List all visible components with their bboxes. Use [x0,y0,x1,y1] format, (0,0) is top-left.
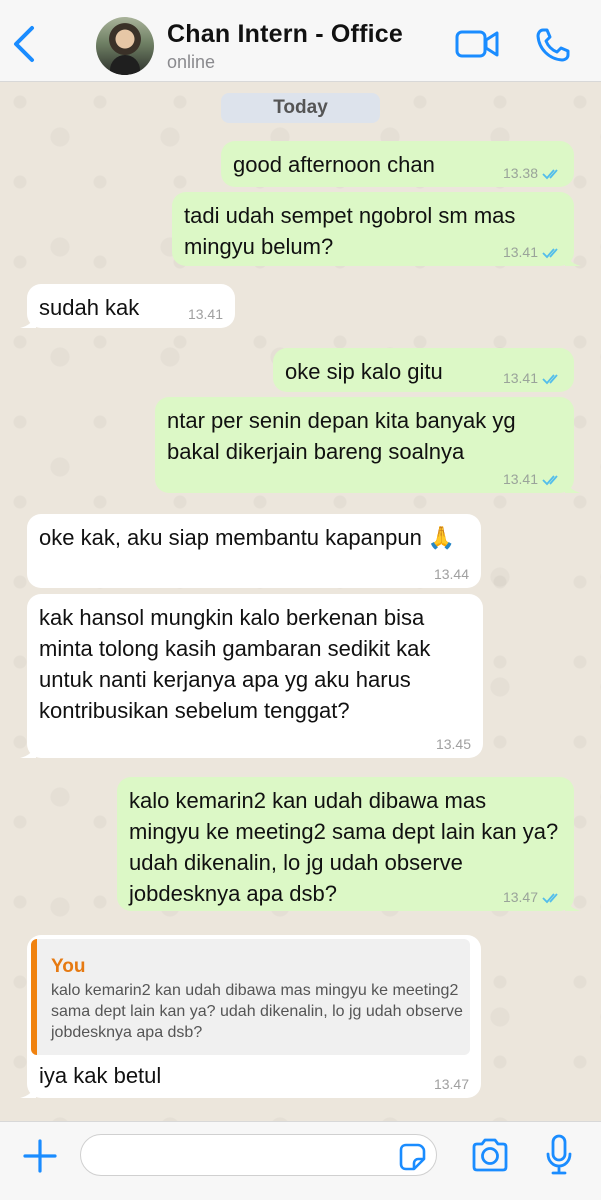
message-time: 13.41 [502,471,538,487]
read-ticks-icon [542,248,558,259]
bubble-tail [565,895,581,911]
message-outgoing[interactable]: tadi udah sempet ngobrol sm mas mingyu b… [172,192,581,266]
message-input-bar [0,1121,601,1200]
quoted-message[interactable]: You kalo kemarin2 kan udah dibawa mas mi… [31,939,470,1055]
message-time: 13.45 [435,736,471,752]
message-text: ntar per senin depan kita banyak yg baka… [167,408,516,464]
contact-status: online [167,52,216,72]
message-time: 13.47 [433,1076,469,1092]
sticker-icon[interactable] [397,1142,427,1172]
message-meta: 13.41 [503,369,562,387]
message-time: 13.44 [433,566,469,582]
microphone-icon[interactable] [545,1134,573,1176]
message-incoming[interactable]: kak hansol mungkin kalo berkenan bisa mi… [20,594,483,758]
avatar[interactable] [96,17,154,75]
read-ticks-icon [542,893,558,904]
message-text: kalo kemarin2 kan udah dibawa mas mingyu… [129,788,559,906]
chevron-left-icon[interactable] [10,24,40,64]
message-meta: 13.41 [503,470,562,488]
contact-name[interactable]: Chan Intern - Office [167,20,403,49]
bubble-tail [565,477,581,493]
message-incoming[interactable]: oke kak, aku siap membantu kapanpun 🙏 13… [27,514,481,588]
bubble-tail [20,312,36,328]
message-time: 13.41 [502,370,538,386]
message-meta: 13.47 [503,888,562,906]
message-outgoing[interactable]: ntar per senin depan kita banyak yg baka… [155,397,581,493]
message-outgoing[interactable]: good afternoon chan 13.38 [221,141,574,187]
message-time: 13.38 [502,165,538,181]
message-text: kak hansol mungkin kalo berkenan bisa mi… [39,605,431,723]
message-input[interactable] [80,1134,437,1176]
message-incoming-reply[interactable]: You kalo kemarin2 kan udah dibawa mas mi… [20,935,481,1098]
phone-icon[interactable] [535,27,571,63]
bubble-tail [20,1082,36,1098]
read-ticks-icon [542,374,558,385]
quote-author: You [51,956,86,977]
date-label: Today [221,93,380,123]
message-meta: 13.38 [503,164,562,182]
quote-accent-bar [31,939,37,1055]
quote-text: kalo kemarin2 kan udah dibawa mas mingyu… [51,982,463,1041]
message-text: oke kak, aku siap membantu kapanpun 🙏 [39,525,456,550]
camera-icon[interactable] [470,1137,510,1173]
message-time: 13.47 [502,889,538,905]
message-outgoing[interactable]: oke sip kalo gitu 13.41 [273,348,574,392]
message-time: 13.41 [187,306,223,322]
message-incoming[interactable]: sudah kak 13.41 [20,284,235,328]
bubble-tail [565,250,581,266]
plus-icon[interactable] [22,1138,58,1174]
message-outgoing[interactable]: kalo kemarin2 kan udah dibawa mas mingyu… [117,777,581,911]
bubble-tail [20,742,36,758]
chat-area[interactable]: Today good afternoon chan 13.38 tadi uda… [0,82,601,1121]
read-ticks-icon [542,169,558,180]
message-time: 13.41 [502,244,538,260]
message-meta: 13.41 [503,243,562,261]
message-text: iya kak betul [39,1063,162,1088]
read-ticks-icon [542,475,558,486]
chat-header: Chan Intern - Office online [0,0,601,82]
video-camera-icon[interactable] [455,27,499,61]
